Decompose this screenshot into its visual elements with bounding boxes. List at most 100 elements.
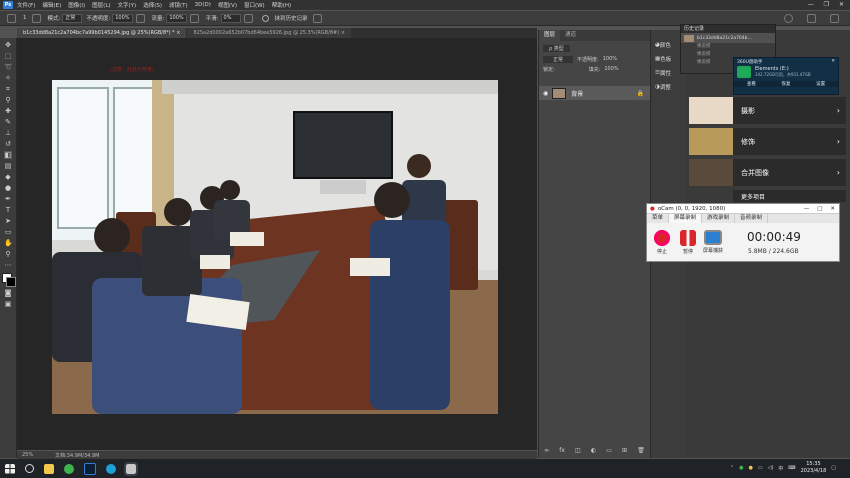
quick-mask-icon[interactable]: ◙ (4, 289, 12, 297)
history-step[interactable]: 橡皮擦 (681, 43, 775, 51)
pen-tool-icon[interactable]: ✒ (4, 195, 12, 203)
history-brush-tool-icon[interactable]: ↺ (4, 140, 12, 148)
document-image[interactable] (52, 80, 498, 414)
color-swatches-icon[interactable] (2, 273, 16, 287)
marquee-tool-icon[interactable]: ⬚ (4, 52, 12, 60)
input-mode-icon[interactable]: ⌨ (788, 465, 795, 471)
doc-info[interactable]: 文档:34.9M/34.9M (55, 452, 99, 459)
ocam-pause-button[interactable]: 暂停 (679, 230, 697, 255)
brush-size[interactable]: 1 (23, 15, 27, 21)
menu-help[interactable]: 帮助(H) (272, 1, 291, 9)
layer-opacity-value[interactable]: 100% (603, 56, 617, 63)
tab-channels[interactable]: 通道 (560, 30, 581, 41)
group-icon[interactable]: ▭ (606, 447, 612, 454)
shape-tool-icon[interactable]: ▭ (4, 228, 12, 236)
menu-view[interactable]: 视图(V) (218, 1, 237, 9)
zoom-level[interactable]: 25% (22, 452, 33, 458)
close-icon[interactable]: ✕ (831, 59, 835, 65)
ocam-tab-screen[interactable]: 屏幕录制 (669, 214, 703, 223)
eyedropper-tool-icon[interactable]: ⚲ (4, 96, 12, 104)
healing-tool-icon[interactable]: ✚ (4, 107, 12, 115)
layer-blend-select[interactable]: 正常 (543, 56, 574, 63)
edge-icon[interactable] (106, 463, 116, 474)
menu-image[interactable]: 图像(I) (68, 1, 85, 9)
brush-settings-icon[interactable] (31, 13, 41, 23)
file-explorer-icon[interactable] (44, 463, 54, 474)
windows-start-icon[interactable] (5, 463, 15, 474)
tray-app-icon[interactable]: ● (748, 465, 752, 471)
trash-icon[interactable]: 🗑 (637, 447, 645, 454)
airbrush-icon[interactable] (189, 13, 199, 23)
tray-expand-icon[interactable]: ⌃ (730, 465, 734, 471)
usb-restore-button[interactable]: 恢复 (781, 81, 790, 87)
usb-settings-button[interactable]: 设置 (816, 81, 825, 87)
blur-tool-icon[interactable]: ◆ (4, 173, 12, 181)
system-clock[interactable]: 15:35 2023/4/18 (801, 461, 827, 475)
ocam-tab-menu[interactable]: 菜单 (647, 214, 670, 223)
learn-card-more[interactable]: 更多项目 (689, 190, 846, 202)
brush-tool-icon[interactable]: ✎ (4, 118, 12, 126)
menu-file[interactable]: 文件(F) (17, 1, 35, 9)
learn-card-combine[interactable]: 合并图像 › (689, 159, 846, 186)
volume-icon[interactable]: ◁) (768, 465, 774, 471)
learn-card-photography[interactable]: 摄影 › (689, 97, 846, 124)
close-icon[interactable]: ✕ (830, 206, 835, 212)
photoshop-icon[interactable] (84, 462, 96, 475)
eraser-tool-icon[interactable]: ◧ (4, 151, 12, 159)
ocam-stop-button[interactable]: 停止 (653, 230, 671, 255)
hand-tool-icon[interactable]: ✋ (4, 239, 13, 247)
lasso-tool-icon[interactable]: ➰ (4, 63, 13, 71)
adjustment-layer-icon[interactable]: ◐ (591, 447, 596, 454)
history-checkbox[interactable] (261, 14, 269, 22)
ocam-taskbar-icon[interactable] (124, 461, 138, 476)
workspace-icon[interactable] (807, 14, 816, 23)
search-icon[interactable] (784, 14, 793, 23)
gradient-tool-icon[interactable]: ▤ (4, 162, 12, 170)
menu-layer[interactable]: 图层(L) (92, 1, 110, 9)
pressure-opacity-icon[interactable] (135, 13, 145, 23)
maximize-icon[interactable]: □ (817, 206, 822, 212)
menu-filter[interactable]: 滤镜(T) (169, 1, 188, 9)
layer-mask-icon[interactable]: ◫ (575, 447, 581, 454)
crop-tool-icon[interactable]: ⌗ (4, 85, 12, 93)
tab-document-2[interactable]: 825a2d0002a652b07bd64bee5926.jpg @ 25.3%… (187, 28, 351, 38)
type-tool-icon[interactable]: T (4, 206, 12, 214)
tab-document-1[interactable]: b1c33dd8a21c2a704bc7a99b0145294.jpg @ 25… (17, 28, 187, 38)
path-select-tool-icon[interactable]: ➤ (4, 217, 12, 225)
minimize-icon[interactable]: — (804, 206, 810, 212)
panel-adjustments[interactable]: ◑ 调整 (651, 80, 687, 94)
network-icon[interactable]: ▭ (758, 465, 763, 471)
usb-view-button[interactable]: 查看 (747, 81, 756, 87)
ocam-capture-button[interactable]: 屏幕捕获 (702, 230, 724, 254)
layer-kind-filter[interactable]: ρ 类型 (543, 45, 570, 52)
move-tool-icon[interactable]: ✥ (4, 41, 12, 49)
menu-edit[interactable]: 编辑(E) (42, 1, 61, 9)
ocam-tab-audio[interactable]: 音频录制 (735, 214, 769, 223)
menu-select[interactable]: 选择(S) (143, 1, 162, 9)
link-layers-icon[interactable]: ∞ (544, 447, 549, 454)
more-tools-icon[interactable]: ⋯ (4, 261, 12, 269)
mode-select[interactable]: 正常 (62, 13, 83, 23)
ocam-tab-game[interactable]: 游戏录制 (702, 214, 736, 223)
eraser-tool-icon[interactable] (7, 13, 16, 23)
flow-input[interactable]: 100% (166, 13, 187, 23)
menu-3d[interactable]: 3D(D) (195, 2, 211, 8)
screen-mode-icon[interactable]: ▣ (4, 300, 12, 308)
smooth-settings-icon[interactable] (243, 13, 253, 23)
tab-layers[interactable]: 图层 (539, 30, 561, 41)
search-icon[interactable] (25, 464, 34, 473)
zoom-tool-icon[interactable]: ⚲ (4, 250, 12, 258)
history-snapshot[interactable]: b1c33dd8a21c2a704b... (681, 33, 775, 43)
layer-style-icon[interactable]: fx (559, 447, 565, 454)
layer-name[interactable]: 背景 (571, 89, 583, 98)
stamp-tool-icon[interactable]: ⊥ (4, 129, 12, 137)
magic-wand-tool-icon[interactable]: ✧ (4, 74, 12, 82)
notification-icon[interactable]: ▢ (831, 465, 836, 471)
new-layer-icon[interactable]: ⊞ (622, 447, 627, 454)
dodge-tool-icon[interactable]: ● (4, 184, 12, 192)
share-icon[interactable] (830, 14, 839, 23)
ime-indicator[interactable]: 中 (778, 465, 783, 472)
layer-fill-value[interactable]: 100% (604, 66, 618, 73)
smooth-input[interactable]: 0% (220, 13, 241, 23)
close-icon[interactable]: ✕ (839, 1, 844, 8)
